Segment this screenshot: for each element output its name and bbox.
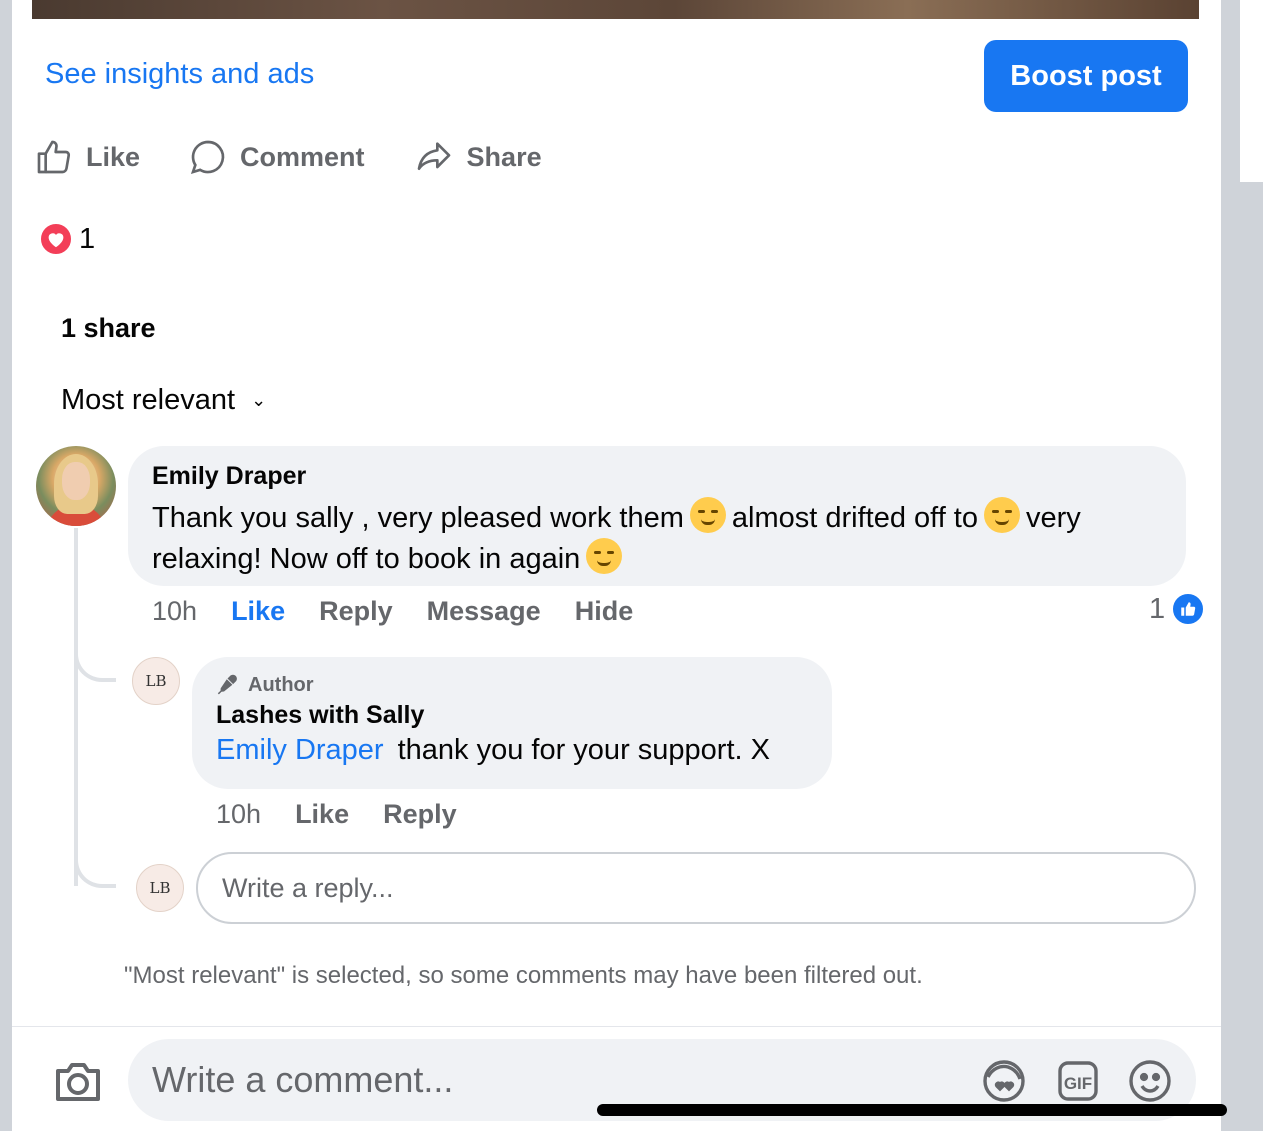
- comment-time: 10h: [152, 596, 198, 626]
- microphone-icon: [217, 674, 237, 695]
- avatar[interactable]: LB: [132, 657, 180, 705]
- filter-note: "Most relevant" is selected, so some com…: [124, 962, 923, 989]
- reply-reply-button[interactable]: Reply: [383, 799, 457, 830]
- comment-bubble: Emily Draper Thank you sally , very plea…: [128, 446, 1186, 586]
- comment-bubble-icon: [190, 140, 225, 175]
- reaction-count: 1: [79, 222, 96, 255]
- thread-line: [74, 528, 114, 886]
- post-image[interactable]: [32, 0, 1199, 19]
- reply-author[interactable]: Lashes with Sally: [216, 701, 808, 730]
- avatar: LB: [136, 864, 184, 912]
- sort-label: Most relevant: [61, 384, 236, 416]
- comment-text: Thank you sally , very pleased work them…: [152, 497, 1162, 579]
- reply-bubble: Author Lashes with Sally Emily Draper tha…: [192, 657, 832, 789]
- gif-icon[interactable]: GIF: [1054, 1057, 1102, 1105]
- screen: See insights and ads Boost post Like Com…: [0, 0, 1263, 1131]
- reply-input[interactable]: [196, 852, 1196, 924]
- thumbs-up-icon: [37, 140, 71, 174]
- comment-like-count[interactable]: 1: [1149, 592, 1206, 626]
- heart-icon: [39, 222, 73, 256]
- reply-meta: 10h Like Reply: [216, 799, 491, 830]
- avatar[interactable]: [36, 446, 116, 526]
- thumbs-up-badge-icon: [1171, 592, 1206, 626]
- post-actions: Like Comment Share: [34, 134, 590, 180]
- comment-message-button[interactable]: Message: [427, 596, 541, 627]
- comment-reply-button[interactable]: Reply: [319, 596, 393, 627]
- reply-text: Emily Draper thank you for your support. …: [216, 734, 770, 766]
- smiling-face-icon: [689, 497, 726, 533]
- sort-dropdown[interactable]: Most relevant ⌄: [61, 384, 266, 417]
- comment-action-label: Comment: [240, 141, 365, 172]
- like-action-button[interactable]: Like: [34, 137, 140, 177]
- like-action-label: Like: [86, 141, 141, 172]
- comment-like-button[interactable]: Like: [231, 596, 285, 627]
- comment-action-button[interactable]: Comment: [188, 137, 365, 177]
- chevron-down-icon: ⌄: [251, 390, 267, 410]
- mention-link[interactable]: Emily Draper: [216, 734, 384, 766]
- shares-count[interactable]: 1 share: [61, 313, 156, 344]
- sleeping-face-icon: [984, 497, 1020, 533]
- home-indicator[interactable]: [597, 1104, 1227, 1116]
- share-arrow-icon: [417, 142, 450, 170]
- boost-post-button[interactable]: Boost post: [984, 40, 1188, 112]
- post-card: See insights and ads Boost post Like Com…: [12, 0, 1221, 1131]
- avatar-sticker-icon[interactable]: [980, 1057, 1028, 1105]
- reactions-summary[interactable]: 1: [39, 222, 95, 256]
- reply-time: 10h: [216, 799, 262, 829]
- reply-like-button[interactable]: Like: [295, 799, 349, 830]
- face-with-hand-over-mouth-icon: [586, 538, 623, 574]
- camera-icon[interactable]: [52, 1057, 104, 1105]
- background-strip-top: [1240, 0, 1263, 182]
- author-badge: Author: [216, 673, 808, 697]
- share-action-label: Share: [466, 141, 542, 172]
- comment-meta: 10h Like Reply Message Hide: [152, 596, 667, 627]
- comment-author[interactable]: Emily Draper: [152, 462, 1162, 491]
- see-insights-link[interactable]: See insights and ads: [45, 58, 314, 91]
- share-action-button[interactable]: Share: [413, 137, 542, 177]
- emoji-icon[interactable]: [1126, 1057, 1174, 1105]
- svg-text:GIF: GIF: [1064, 1074, 1092, 1093]
- comment-hide-button[interactable]: Hide: [575, 596, 634, 627]
- comment-like-number: 1: [1149, 592, 1166, 625]
- author-badge-label: Author: [248, 673, 314, 696]
